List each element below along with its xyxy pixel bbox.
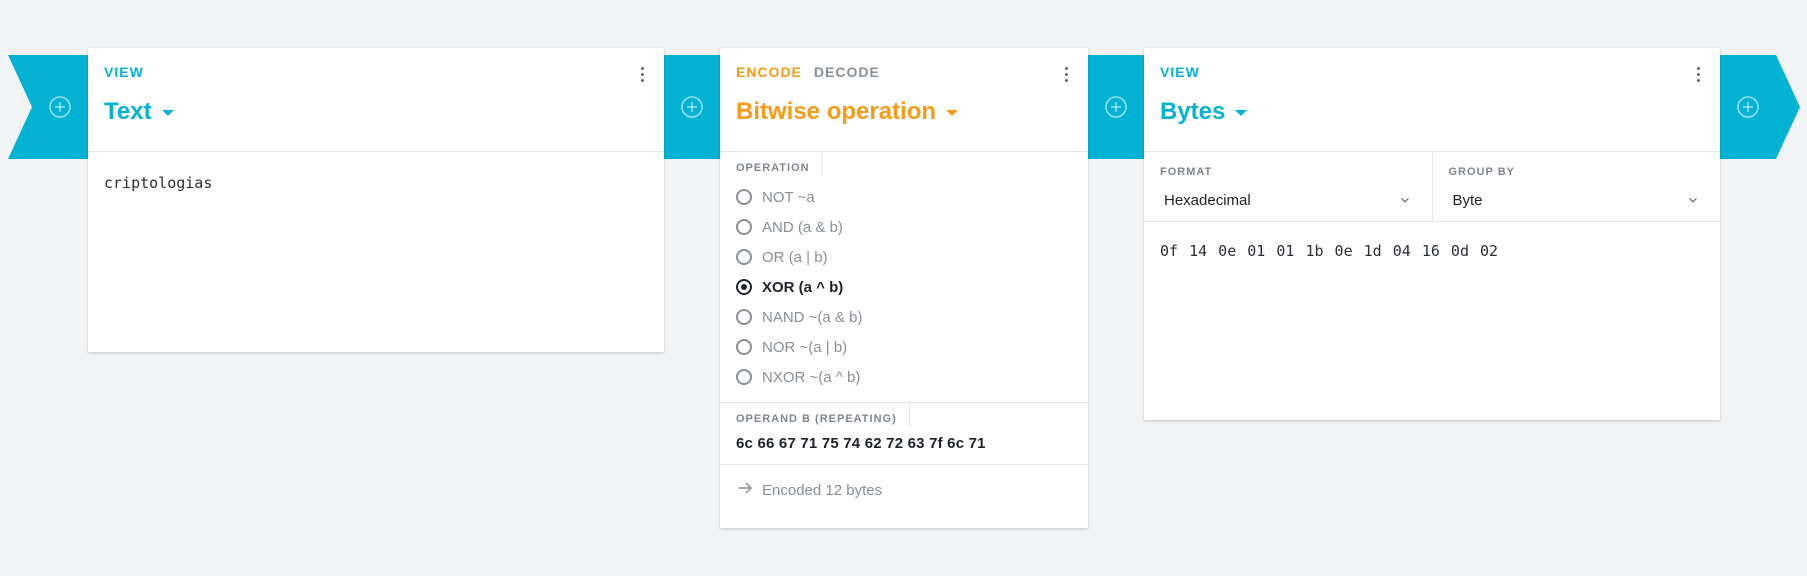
status-text: Encoded 12 bytes — [762, 481, 883, 499]
group-by-value: Byte — [1452, 191, 1483, 209]
plus-circle-icon — [48, 95, 72, 119]
caret-down-icon — [1235, 110, 1248, 116]
radio-option-not[interactable]: NOT ~a — [736, 182, 1072, 212]
operation-type-selector[interactable]: Bitwise operation — [736, 98, 1072, 126]
format-value: Hexadecimal — [1164, 191, 1251, 209]
group-by-setting: GROUP BY Byte — [1431, 152, 1721, 221]
plus-circle-icon — [680, 95, 704, 119]
more-options-icon[interactable] — [1058, 64, 1074, 84]
plus-circle-icon — [1736, 95, 1760, 119]
tab-view[interactable]: VIEW — [1160, 64, 1200, 80]
card-title: Bytes — [1160, 98, 1226, 125]
group-by-select[interactable]: Byte — [1449, 188, 1705, 212]
radio-label: XOR (a ^ b) — [762, 278, 844, 296]
more-options-icon[interactable] — [634, 64, 650, 84]
radio-icon — [736, 309, 752, 325]
arrow-right-icon — [736, 479, 754, 501]
radio-option-or[interactable]: OR (a | b) — [736, 242, 1072, 272]
add-operation-connector-2[interactable] — [1088, 55, 1144, 159]
radio-option-nxor[interactable]: NXOR ~(a ^ b) — [736, 362, 1072, 392]
radio-label: OR (a | b) — [762, 248, 828, 266]
text-editor[interactable]: criptologias — [88, 152, 664, 214]
card-tabs: VIEW — [1160, 64, 1704, 80]
tab-encode[interactable]: ENCODE — [736, 64, 802, 80]
format-select[interactable]: Hexadecimal — [1160, 188, 1416, 212]
text-view-card: VIEW Text criptologias — [88, 48, 664, 352]
radio-label: NOR ~(a | b) — [762, 338, 848, 356]
radio-option-nor[interactable]: NOR ~(a | b) — [736, 332, 1072, 362]
chevron-down-icon — [1398, 193, 1412, 207]
card-tabs: VIEW — [104, 64, 648, 80]
card-title: Bitwise operation — [736, 98, 937, 125]
tab-decode[interactable]: DECODE — [814, 64, 880, 80]
bytes-editor[interactable]: 0f 14 0e 01 01 1b 0e 1d 04 16 0d 02 — [1144, 222, 1720, 280]
operation-radio-group: NOT ~a AND (a & b) OR (a | b) XOR (a ^ b… — [736, 182, 1072, 392]
radio-label: NOT ~a — [762, 188, 815, 206]
radio-selected-icon — [736, 279, 752, 295]
operand-section: OPERAND B (REPEATING) 6c 66 67 71 75 74 … — [720, 403, 1088, 465]
card-header: ENCODE DECODE Bitwise operation — [720, 48, 1088, 152]
view-settings: FORMAT Hexadecimal GROUP BY Byte — [1144, 152, 1720, 222]
view-type-selector[interactable]: Text — [104, 98, 648, 126]
status-bar: Encoded 12 bytes — [720, 465, 1088, 515]
operation-section: OPERATION NOT ~a AND (a & b) OR (a | b) … — [720, 152, 1088, 403]
add-operation-connector-1[interactable] — [664, 55, 720, 159]
radio-icon — [736, 189, 752, 205]
radio-label: NXOR ~(a ^ b) — [762, 368, 861, 386]
radio-label: AND (a & b) — [762, 218, 843, 236]
radio-icon — [736, 339, 752, 355]
format-label: FORMAT — [1160, 166, 1213, 178]
card-tabs: ENCODE DECODE — [736, 64, 1072, 80]
radio-option-nand[interactable]: NAND ~(a & b) — [736, 302, 1072, 332]
radio-option-and[interactable]: AND (a & b) — [736, 212, 1072, 242]
format-setting: FORMAT Hexadecimal — [1144, 152, 1432, 221]
add-operation-connector-end[interactable] — [1720, 55, 1800, 159]
plus-circle-icon — [1104, 95, 1128, 119]
card-header: VIEW Bytes — [1144, 48, 1720, 152]
radio-icon — [736, 249, 752, 265]
card-title: Text — [104, 98, 152, 125]
bytes-view-card: VIEW Bytes FORMAT Hexadecimal GROUP BY B… — [1144, 48, 1720, 420]
add-operation-connector-start[interactable] — [8, 55, 88, 159]
caret-down-icon — [161, 110, 174, 116]
operand-b-input[interactable]: 6c 66 67 71 75 74 62 72 63 7f 6c 71 — [736, 435, 1072, 452]
caret-down-icon — [946, 110, 959, 116]
view-type-selector[interactable]: Bytes — [1160, 98, 1704, 126]
card-header: VIEW Text — [88, 48, 664, 152]
radio-label: NAND ~(a & b) — [762, 308, 863, 326]
bitwise-operation-card: ENCODE DECODE Bitwise operation OPERATIO… — [720, 48, 1088, 528]
operand-label: OPERAND B (REPEATING) — [736, 413, 897, 425]
operation-label: OPERATION — [736, 162, 810, 174]
group-by-label: GROUP BY — [1448, 166, 1515, 178]
tab-view[interactable]: VIEW — [104, 64, 144, 80]
radio-option-xor[interactable]: XOR (a ^ b) — [736, 272, 1072, 302]
radio-icon — [736, 219, 752, 235]
more-options-icon[interactable] — [1690, 64, 1706, 84]
radio-icon — [736, 369, 752, 385]
chevron-down-icon — [1686, 193, 1700, 207]
